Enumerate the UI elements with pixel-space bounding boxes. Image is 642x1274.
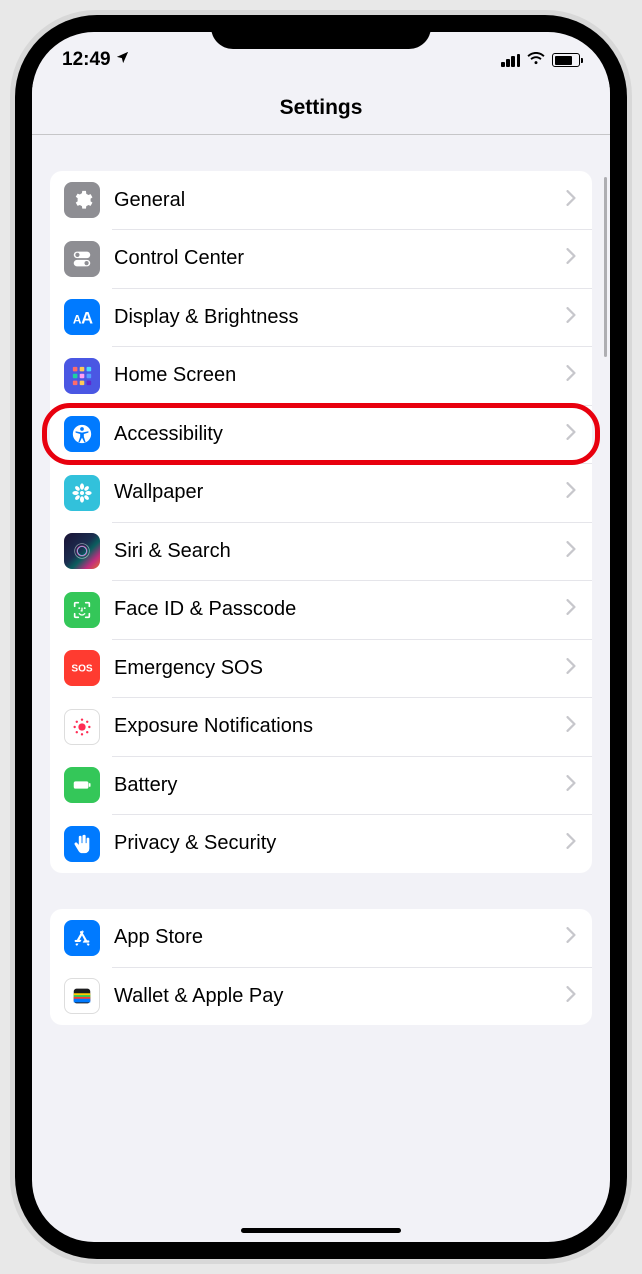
battery-icon	[552, 53, 580, 67]
gear-icon	[64, 182, 100, 218]
svg-text:A: A	[81, 309, 93, 327]
row-label: Emergency SOS	[114, 657, 566, 680]
chevron-right-icon	[566, 365, 576, 386]
appstore-icon	[64, 920, 100, 956]
row-label: Wallpaper	[114, 481, 566, 504]
battery-icon	[64, 767, 100, 803]
sos-icon: SOS	[64, 650, 100, 686]
notch	[211, 15, 431, 49]
chevron-right-icon	[566, 307, 576, 328]
row-label: Display & Brightness	[114, 306, 566, 329]
screen: 12:49 Settings GeneralCont	[32, 32, 610, 1242]
status-time: 12:49	[62, 49, 111, 71]
chevron-right-icon	[566, 986, 576, 1007]
status-right	[501, 49, 580, 71]
row-label: Siri & Search	[114, 540, 566, 563]
page-title: Settings	[32, 96, 610, 120]
wifi-icon	[526, 49, 546, 71]
faceid-icon	[64, 592, 100, 628]
row-label: Face ID & Passcode	[114, 598, 566, 621]
phone-frame: 12:49 Settings GeneralCont	[10, 10, 632, 1264]
scroll-indicator[interactable]	[604, 177, 607, 357]
settings-row-control-center[interactable]: Control Center	[50, 230, 592, 288]
hand-icon	[64, 826, 100, 862]
settings-row-accessibility[interactable]: Accessibility	[50, 405, 592, 463]
chevron-right-icon	[566, 927, 576, 948]
chevron-right-icon	[566, 190, 576, 211]
flower-icon	[64, 475, 100, 511]
settings-content[interactable]: General Control Center AA Display & Brightn…	[32, 135, 610, 1229]
row-label: Control Center	[114, 247, 566, 270]
row-label: Wallet & Apple Pay	[114, 985, 566, 1008]
row-label: Battery	[114, 774, 566, 797]
row-label: Privacy & Security	[114, 832, 566, 855]
wallet-icon	[64, 978, 100, 1014]
chevron-right-icon	[566, 599, 576, 620]
nav-header: Settings	[32, 82, 610, 135]
settings-row-emergency-sos[interactable]: SOS Emergency SOS	[50, 639, 592, 697]
chevron-right-icon	[566, 775, 576, 796]
grid-icon	[64, 358, 100, 394]
exposure-icon	[64, 709, 100, 745]
location-icon	[115, 50, 130, 70]
chevron-right-icon	[566, 482, 576, 503]
chevron-right-icon	[566, 248, 576, 269]
settings-row-home-screen[interactable]: Home Screen	[50, 347, 592, 405]
home-indicator[interactable]	[241, 1228, 401, 1233]
settings-row-exposure-notifications[interactable]: Exposure Notifications	[50, 698, 592, 756]
chevron-right-icon	[566, 424, 576, 445]
settings-row-app-store[interactable]: App Store	[50, 909, 592, 967]
settings-group: App Store Wallet & Apple Pay	[50, 909, 592, 1026]
svg-text:SOS: SOS	[71, 664, 93, 675]
chevron-right-icon	[566, 541, 576, 562]
settings-row-siri-search[interactable]: Siri & Search	[50, 522, 592, 580]
settings-row-general[interactable]: General	[50, 171, 592, 229]
settings-group: General Control Center AA Display & Brightn…	[50, 171, 592, 873]
chevron-right-icon	[566, 658, 576, 679]
siri-icon	[64, 533, 100, 569]
cellular-icon	[501, 54, 520, 67]
settings-row-face-id-passcode[interactable]: Face ID & Passcode	[50, 581, 592, 639]
settings-row-battery[interactable]: Battery	[50, 756, 592, 814]
chevron-right-icon	[566, 833, 576, 854]
chevron-right-icon	[566, 716, 576, 737]
settings-row-privacy-security[interactable]: Privacy & Security	[50, 815, 592, 873]
toggles-icon	[64, 241, 100, 277]
aa-icon: AA	[64, 299, 100, 335]
row-label: Home Screen	[114, 364, 566, 387]
status-left: 12:49	[62, 49, 130, 71]
row-label: General	[114, 189, 566, 212]
settings-row-display-brightness[interactable]: AA Display & Brightness	[50, 288, 592, 346]
row-label: Exposure Notifications	[114, 715, 566, 738]
phone-body: 12:49 Settings GeneralCont	[15, 15, 627, 1259]
accessibility-icon	[64, 416, 100, 452]
row-label: Accessibility	[114, 423, 566, 446]
settings-row-wallpaper[interactable]: Wallpaper	[50, 464, 592, 522]
row-label: App Store	[114, 926, 566, 949]
settings-row-wallet-apple-pay[interactable]: Wallet & Apple Pay	[50, 967, 592, 1025]
